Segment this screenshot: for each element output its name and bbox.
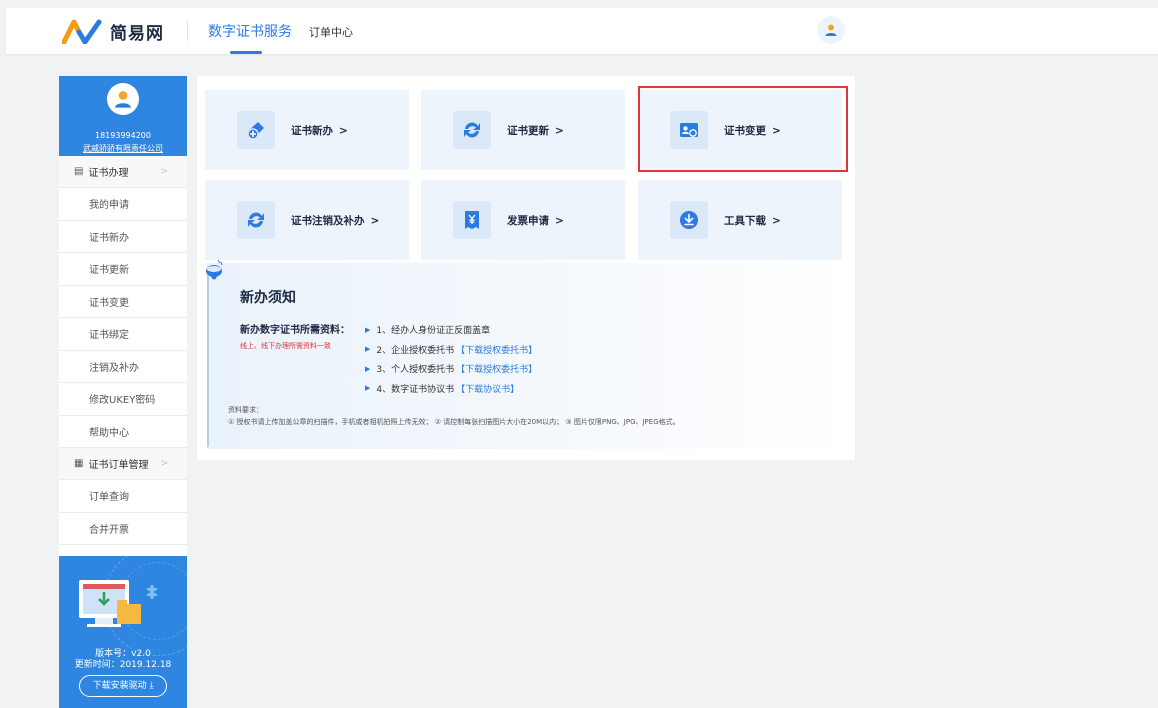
card-label: 证书注销及补办 > [291,214,380,227]
list-item: ▶ 1、经办人身份证正反面盖章 [365,325,491,337]
id-card-change-icon [670,111,708,149]
sidebar-item-cancel-reissue[interactable]: 注销及补办 [59,351,187,383]
menu-group-certificate[interactable]: ▤ 证书办理 > [59,156,187,188]
nav-active-indicator [230,51,262,54]
certificate-folder-icon: ▤ [74,166,84,177]
refresh-icon [453,111,491,149]
nav-digital-certificate-service[interactable]: 数字证书服务 [208,21,292,41]
header-divider [187,21,188,41]
profile-phone: 18193994200 [95,131,151,140]
card-label: 证书变更 > [724,124,781,137]
new-application-notice: 新办须知 新办数字证书所需资料： 线上、线下办理所需资料一致 ▶ 1、经办人身份… [206,259,847,449]
document-icon: ▦ [74,458,84,469]
profile-company: 武威骄骄有限责任公司 [83,144,163,153]
nav-order-center[interactable]: 订单中心 [309,24,353,40]
requirement-list: ▶ 1、经办人身份证正反面盖章 ▶ 2、企业授权委托书 【下载授权委托书】 ▶ … [365,320,537,398]
user-icon [115,91,131,108]
spec-title: 资料要求： [228,406,263,414]
user-icon [825,24,837,36]
top-header: 简易网 数字证书服务 订单中心 [6,8,1158,54]
driver-download-panel: 版本号：v2.0 更新时间：2019.12.18 下载安装驱动 ⤓ [59,556,187,708]
download-authorization-link[interactable]: 【下载授权委托书】 [456,343,537,356]
card-label: 工具下载 > [724,214,781,227]
list-item: ▶ 3、个人授权委托书 【下载授权委托书】 [365,359,537,379]
main-panel: 证书新办 > 证书更新 > 证书变更 > 证书注销及补办 > 发票申请 > 工具… [197,76,855,460]
logo[interactable]: 简易网 [62,14,164,48]
download-driver-button[interactable]: 下载安装驱动 ⤓ [79,675,167,697]
refresh-icon [237,201,275,239]
add-certificate-icon [237,111,275,149]
triangle-bullet-icon: ▶ [365,384,371,393]
sidebar-item-merge-invoice[interactable]: 合并开票 [59,513,187,545]
download-agreement-link[interactable]: 【下载协议书】 [456,382,519,395]
menu-group-label: 证书订单管理 [88,460,149,471]
card-label: 证书更新 > [507,124,564,137]
sidebar-item-new-certificate[interactable]: 证书新办 [59,221,187,253]
menu-group-label: 证书办理 [88,168,129,179]
sidebar-item-change-ukey-password[interactable]: 修改UKEY密码 [59,383,187,416]
chevron-right-icon: > [160,166,169,177]
profile-panel: 18193994200 武威骄骄有限责任公司 [59,76,187,156]
logo-text: 简易网 [110,23,164,44]
card-label: 发票申请 > [507,214,564,227]
menu-group-orders[interactable]: ▦ 证书订单管理 > [59,448,187,480]
list-item: ▶ 4、数字证书协议书 【下载协议书】 [365,379,537,399]
chevron-right-icon: > [160,458,169,469]
profile-avatar [107,83,139,115]
sidebar-item-bind-certificate[interactable]: 证书绑定 [59,318,187,351]
card-cancel-reissue[interactable]: 证书注销及补办 > [205,180,409,260]
requirement-note: 线上、线下办理所需资料一致 [240,342,331,350]
sidebar-item-change-certificate[interactable]: 证书变更 [59,286,187,318]
card-new-certificate[interactable]: 证书新办 > [205,90,409,170]
download-icon [670,201,708,239]
sidebar: 18193994200 武威骄骄有限责任公司 ▤ 证书办理 > 我的申请 证书新… [59,76,187,708]
card-tool-download[interactable]: 工具下载 > [638,180,842,260]
download-personal-authorization-link[interactable]: 【下载授权委托书】 [456,362,537,375]
sidebar-item-help-center[interactable]: 帮助中心 [59,416,187,448]
sidebar-item-order-query[interactable]: 订单查询 [59,480,187,513]
sidebar-item-renew-certificate[interactable]: 证书更新 [59,253,187,286]
card-renew-certificate[interactable]: 证书更新 > [421,90,625,170]
triangle-bullet-icon: ▶ [365,345,371,354]
driver-update-time: 更新时间：2019.12.18 [74,660,172,670]
notice-side-bar [207,271,209,447]
user-avatar[interactable] [817,16,845,44]
card-change-certificate[interactable]: 证书变更 > [638,90,842,170]
list-item: ▶ 2、企业授权委托书 【下载授权委托书】 [365,340,537,360]
card-invoice-application[interactable]: 发票申请 > [421,180,625,260]
triangle-bullet-icon: ▶ [365,325,371,334]
triangle-bullet-icon: ▶ [365,364,371,373]
requirement-label: 新办数字证书所需资料： [240,325,350,336]
invoice-icon [453,201,491,239]
computer-illustration-icon [79,580,157,627]
logo-icon [62,19,102,44]
card-label: 证书新办 > [291,124,348,137]
notice-title: 新办须知 [240,290,296,306]
sidebar-item-my-applications[interactable]: 我的申请 [59,188,187,221]
spec-text: ① 授权书请上传加盖公章的扫描件，手机或者相机拍照上传无效； ② 请控制每张扫描… [228,418,680,426]
pushpin-icon [206,259,223,280]
